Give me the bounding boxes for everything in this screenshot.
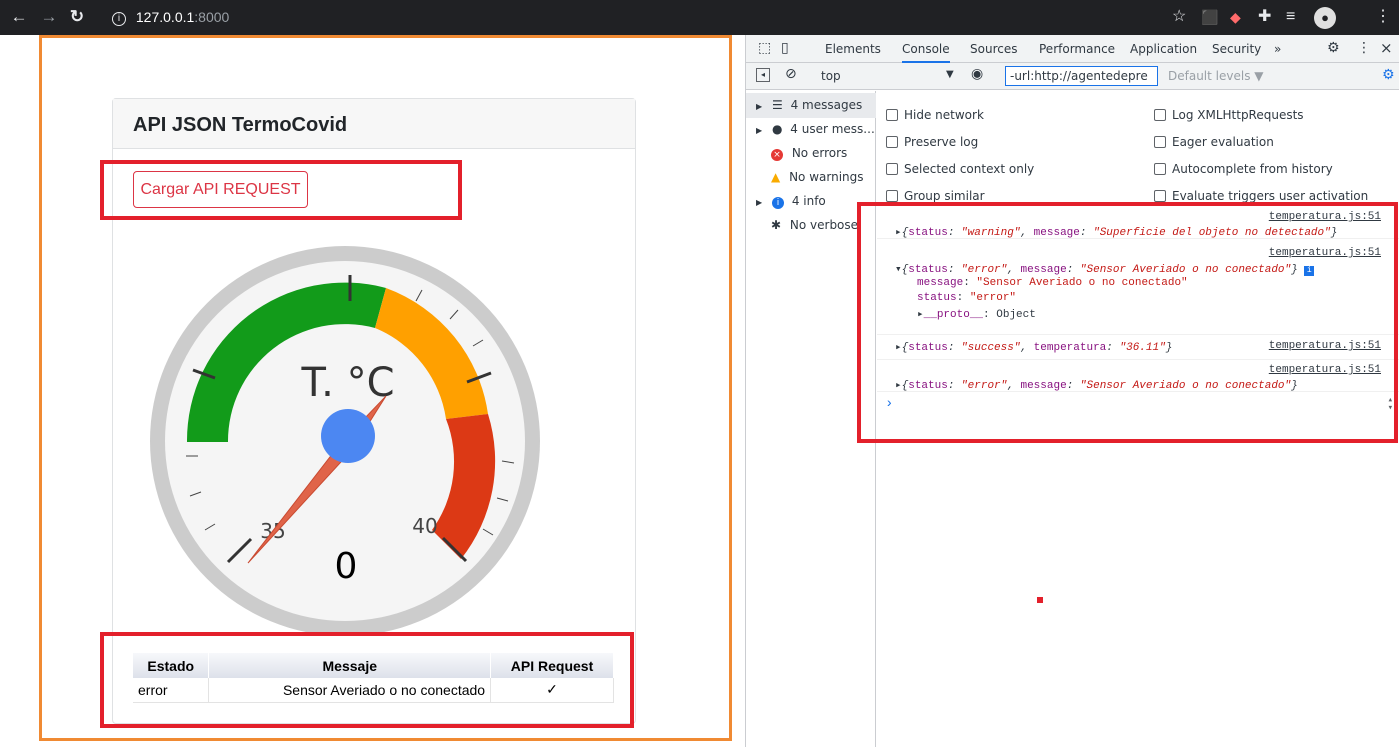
url-port: :8000: [194, 9, 230, 25]
more-options-icon[interactable]: ⋮: [1357, 40, 1371, 56]
sidebar-toggle-icon[interactable]: ◂: [756, 68, 770, 82]
load-api-button[interactable]: Cargar API REQUEST: [133, 171, 308, 208]
evaluate-triggers-checkbox[interactable]: Evaluate triggers user activation: [1154, 189, 1368, 203]
browser-toolbar: ← → ↻ i 127.0.0.1:8000 ☆ ⬛ ◆ ✚ ≡ ● ⋮: [0, 0, 1399, 35]
error-icon: ×: [771, 149, 783, 161]
more-icon[interactable]: ⋮: [1375, 7, 1391, 27]
warning-icon: ▲: [771, 170, 781, 184]
log-levels-dropdown[interactable]: Default levels ▼: [1168, 69, 1264, 83]
tab-sources[interactable]: Sources: [970, 42, 1017, 56]
preserve-log-checkbox[interactable]: Preserve log: [886, 135, 978, 149]
console-annotation-box: [857, 202, 1398, 443]
table-row: error Sensor Averiado o no conectado ✓: [133, 678, 614, 703]
red-marker: [1037, 597, 1043, 603]
tick-label-40: 40: [412, 514, 437, 538]
extensions-icon[interactable]: ✚: [1258, 7, 1271, 27]
pdf-extension-icon[interactable]: ⬛: [1201, 7, 1218, 27]
api-request-cell: ✓: [490, 678, 614, 703]
url-host: 127.0.0.1: [135, 9, 195, 25]
console-filter-input[interactable]: -url:http://agentedepre: [1005, 66, 1158, 86]
info-icon: i: [771, 197, 784, 209]
estado-cell: error: [133, 678, 210, 703]
gauge-value: 0: [335, 546, 358, 587]
user-icon: ●: [771, 122, 783, 136]
tab-elements[interactable]: Elements: [825, 42, 881, 56]
laravel-extension-icon[interactable]: ◆: [1230, 7, 1241, 27]
close-icon[interactable]: ×: [1380, 39, 1393, 57]
autocomplete-checkbox[interactable]: Autocomplete from history: [1154, 162, 1333, 176]
page-title: API JSON TermoCovid: [133, 114, 348, 136]
hide-network-checkbox[interactable]: Hide network: [886, 108, 984, 122]
sidebar-item-user-messages[interactable]: ▶ ● 4 user mess...: [746, 117, 876, 142]
context-dropdown-icon[interactable]: ▼: [946, 69, 954, 80]
card-header: API JSON TermoCovid: [113, 99, 635, 149]
temperature-gauge: T. °C 35 40 0: [150, 246, 540, 636]
device-toolbar-icon[interactable]: ▯: [781, 40, 789, 56]
api-request-header: API Request: [490, 653, 614, 678]
estado-header: Estado: [133, 653, 210, 678]
tab-performance[interactable]: Performance: [1039, 42, 1115, 56]
selected-context-checkbox[interactable]: Selected context only: [886, 162, 1034, 176]
forward-icon[interactable]: →: [39, 8, 59, 26]
address-bar[interactable]: i 127.0.0.1:8000: [112, 6, 229, 28]
mensaje-cell: Sensor Averiado o no conectado: [208, 678, 492, 703]
tab-console[interactable]: Console: [902, 42, 950, 63]
more-tabs-button[interactable]: »: [1274, 42, 1281, 56]
gauge-unit-label: T. °C: [300, 360, 394, 406]
console-settings-icon[interactable]: ⚙: [1382, 67, 1395, 83]
needle-cap: [321, 409, 375, 463]
back-icon[interactable]: ←: [9, 8, 29, 26]
mensaje-header: Messaje: [208, 653, 492, 678]
sidebar-item-messages[interactable]: ▶ ☰ 4 messages: [746, 93, 876, 118]
eye-icon[interactable]: ◉: [971, 66, 983, 82]
avatar[interactable]: ●: [1314, 7, 1336, 29]
clear-console-icon[interactable]: ⊘: [785, 66, 797, 82]
result-table: Estado Messaje API Request error Sensor …: [133, 653, 614, 703]
settings-gear-icon[interactable]: ⚙: [1327, 40, 1340, 56]
sidebar-item-errors[interactable]: × No errors: [746, 141, 876, 166]
context-selector[interactable]: top: [821, 69, 841, 83]
tab-security[interactable]: Security: [1212, 42, 1261, 56]
star-icon[interactable]: ☆: [1172, 7, 1186, 27]
console-toolbar: ◂ ⊘ top ▼ ◉ -url:http://agentedepre Defa…: [746, 63, 1399, 90]
tab-application[interactable]: Application: [1130, 42, 1197, 56]
list-icon: ☰: [771, 98, 783, 112]
info-icon[interactable]: i: [112, 12, 126, 26]
devtools-tab-bar: ⬚ ▯ Elements Console Sources Performance…: [746, 35, 1399, 63]
inspect-icon[interactable]: ⬚: [758, 40, 771, 56]
bug-icon: ✱: [771, 218, 782, 232]
reload-icon[interactable]: ↻: [67, 8, 87, 26]
group-similar-checkbox[interactable]: Group similar: [886, 189, 985, 203]
sidebar-item-warnings[interactable]: ▲ No warnings: [746, 165, 876, 190]
log-xhr-checkbox[interactable]: Log XMLHttpRequests: [1154, 108, 1304, 122]
eager-evaluation-checkbox[interactable]: Eager evaluation: [1154, 135, 1274, 149]
playlist-icon[interactable]: ≡: [1286, 7, 1295, 27]
